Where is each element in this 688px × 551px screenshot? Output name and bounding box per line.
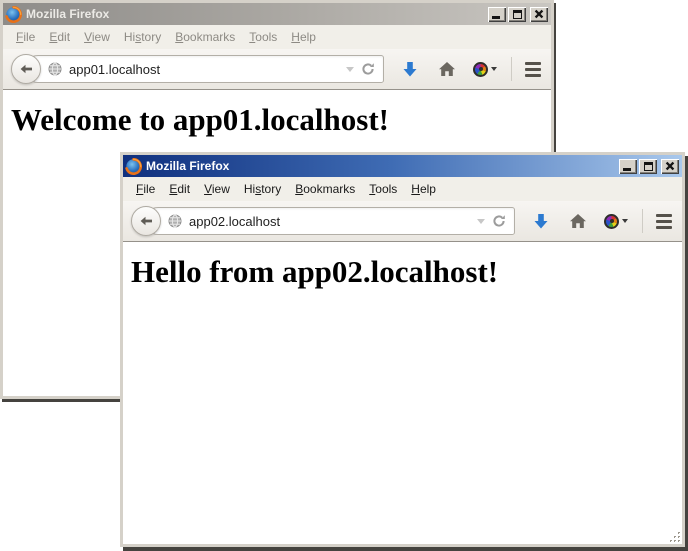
reload-button[interactable] xyxy=(361,62,375,76)
site-identity-globe-icon[interactable] xyxy=(48,62,62,76)
reload-button[interactable] xyxy=(492,214,506,228)
home-button[interactable] xyxy=(569,213,587,229)
site-identity-globe-icon[interactable] xyxy=(168,214,182,228)
menu-view[interactable]: View xyxy=(197,179,237,199)
titlebar[interactable]: Mozilla Firefox xyxy=(3,3,551,25)
hamburger-menu-button[interactable] xyxy=(656,214,672,229)
download-button[interactable] xyxy=(532,213,550,230)
urlbar-dropdown-icon[interactable] xyxy=(477,219,485,224)
dropdown-caret-icon xyxy=(491,67,497,71)
minimize-button[interactable] xyxy=(488,7,506,22)
menu-tools[interactable]: Tools xyxy=(242,27,284,47)
toolbar-separator xyxy=(511,57,512,81)
back-arrow-icon xyxy=(138,213,154,229)
menu-bar: File Edit View History Bookmarks Tools H… xyxy=(123,177,682,201)
menu-file[interactable]: File xyxy=(9,27,42,47)
firefox-icon xyxy=(5,6,22,23)
window-controls xyxy=(488,7,548,22)
page-heading: Hello from app02.localhost! xyxy=(131,254,674,290)
minimize-icon xyxy=(623,168,631,171)
back-button[interactable] xyxy=(11,54,41,84)
dropdown-caret-icon xyxy=(622,219,628,223)
home-icon xyxy=(569,213,587,229)
minimize-icon xyxy=(492,16,500,19)
firefox-icon xyxy=(125,158,142,175)
toolbar-separator xyxy=(642,209,643,233)
browser-window-app02: Mozilla Firefox File Edit View History B… xyxy=(120,152,685,547)
window-title: Mozilla Firefox xyxy=(26,7,484,21)
home-icon xyxy=(438,61,456,77)
window-title: Mozilla Firefox xyxy=(146,159,615,173)
maximize-button[interactable] xyxy=(639,159,657,174)
page-content: Hello from app02.localhost! xyxy=(123,242,682,544)
resize-grip-icon xyxy=(668,530,682,544)
window-controls xyxy=(619,159,679,174)
menu-view[interactable]: View xyxy=(77,27,117,47)
menu-edit[interactable]: Edit xyxy=(42,27,77,47)
menu-edit[interactable]: Edit xyxy=(162,179,197,199)
color-wheel-icon xyxy=(604,214,619,229)
maximize-button[interactable] xyxy=(508,7,526,22)
addon-button[interactable] xyxy=(473,62,497,77)
menu-history[interactable]: History xyxy=(117,27,168,47)
resize-grip[interactable] xyxy=(668,530,682,544)
download-button[interactable] xyxy=(401,61,419,78)
download-arrow-icon xyxy=(532,213,550,230)
page-heading: Welcome to app01.localhost! xyxy=(11,102,543,138)
close-icon xyxy=(665,161,675,171)
menu-bar: File Edit View History Bookmarks Tools H… xyxy=(3,25,551,49)
navigation-toolbar: app02.localhost xyxy=(123,201,682,242)
close-button[interactable] xyxy=(661,159,679,174)
titlebar[interactable]: Mozilla Firefox xyxy=(123,155,682,177)
maximize-icon xyxy=(513,10,522,19)
urlbar-dropdown-icon[interactable] xyxy=(346,67,354,72)
url-bar[interactable]: app01.localhost xyxy=(24,55,384,83)
menu-history[interactable]: History xyxy=(237,179,288,199)
menu-bookmarks[interactable]: Bookmarks xyxy=(288,179,362,199)
home-button[interactable] xyxy=(438,61,456,77)
url-text[interactable]: app02.localhost xyxy=(189,214,280,229)
url-text[interactable]: app01.localhost xyxy=(69,62,160,77)
navigation-toolbar: app01.localhost xyxy=(3,49,551,90)
menu-help[interactable]: Help xyxy=(284,27,323,47)
menu-help[interactable]: Help xyxy=(404,179,443,199)
color-wheel-icon xyxy=(473,62,488,77)
addon-button[interactable] xyxy=(604,214,628,229)
menu-bookmarks[interactable]: Bookmarks xyxy=(168,27,242,47)
back-arrow-icon xyxy=(18,61,34,77)
close-button[interactable] xyxy=(530,7,548,22)
reload-icon xyxy=(361,62,375,76)
hamburger-menu-button[interactable] xyxy=(525,62,541,77)
maximize-icon xyxy=(644,162,653,171)
reload-icon xyxy=(492,214,506,228)
menu-tools[interactable]: Tools xyxy=(362,179,404,199)
back-button[interactable] xyxy=(131,206,161,236)
menu-file[interactable]: File xyxy=(129,179,162,199)
minimize-button[interactable] xyxy=(619,159,637,174)
url-bar[interactable]: app02.localhost xyxy=(144,207,515,235)
close-icon xyxy=(534,9,544,19)
download-arrow-icon xyxy=(401,61,419,78)
